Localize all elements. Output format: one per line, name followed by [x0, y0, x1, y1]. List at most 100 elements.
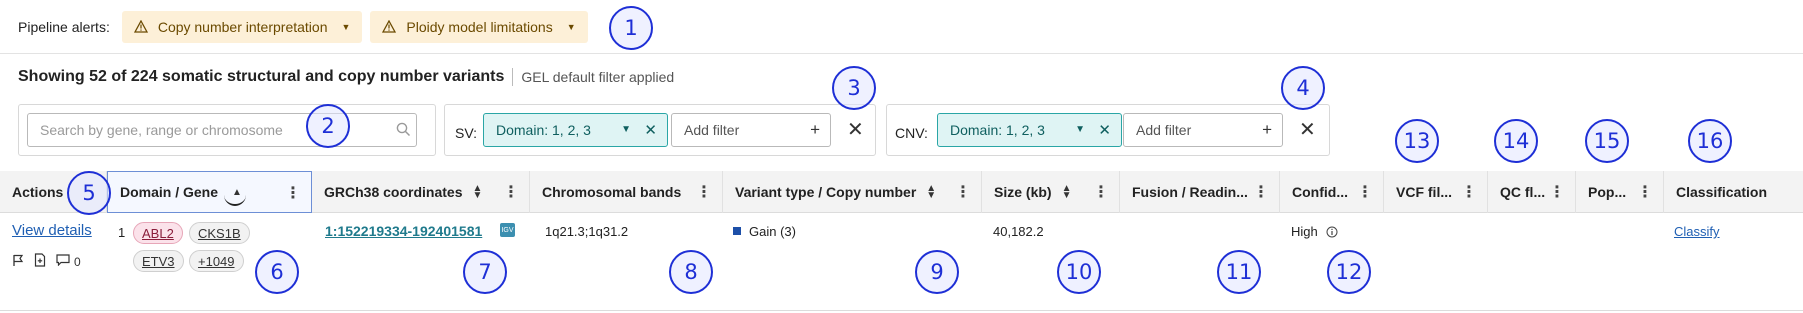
copy-number-alert-chip[interactable]: Copy number interpretation ▼	[121, 10, 363, 43]
comment-icon[interactable]	[56, 254, 70, 269]
column-menu-icon[interactable]: ⋮	[503, 182, 519, 202]
gene-chip-more[interactable]: +1049	[189, 250, 244, 272]
results-summary: Showing 52 of 224 somatic structural and…	[18, 68, 674, 86]
column-header-size[interactable]: Size (kb) ▲ ▼ ⋮	[982, 171, 1120, 213]
divider	[512, 68, 514, 86]
cnv-filter-label: CNV:	[895, 125, 928, 141]
ploidy-alert-label: Ploidy model limitations	[406, 18, 553, 35]
plus-icon: +	[1262, 120, 1272, 139]
sort-icon[interactable]: ▲ ▼	[1062, 184, 1072, 201]
annotation-marker-7: 7	[463, 250, 507, 294]
column-menu-icon[interactable]: ⋮	[696, 182, 712, 202]
annotation-marker-6: 6	[255, 250, 299, 294]
annotation-marker-15: 15	[1585, 119, 1629, 163]
add-note-icon[interactable]	[34, 253, 46, 270]
table-header: Actions Domain / Gene ▲ ⋮ GRCh38 coordin…	[0, 171, 1803, 213]
comment-count: 0	[74, 254, 81, 269]
column-menu-icon[interactable]: ⋮	[1253, 182, 1269, 202]
sv-domain-filter-label: Domain: 1, 2, 3	[496, 122, 591, 138]
column-header-classification: Classification	[1676, 184, 1768, 200]
warning-icon	[133, 20, 148, 33]
cnv-filter-panel: CNV: Domain: 1, 2, 3 ▼ ✕ Add filter + ✕	[886, 104, 1330, 156]
variant-type: Gain (3)	[733, 224, 796, 239]
warning-icon	[382, 20, 397, 33]
cnv-clear-filters-icon[interactable]: ✕	[1299, 117, 1316, 142]
sv-add-filter-button[interactable]: Add filter +	[671, 113, 831, 147]
annotation-marker-11: 11	[1217, 250, 1261, 294]
annotation-marker-9: 9	[915, 250, 959, 294]
gain-indicator-icon	[733, 227, 741, 235]
domain-number: 1	[118, 225, 126, 240]
search-panel	[18, 104, 436, 156]
sv-filter-label: SV:	[455, 125, 478, 141]
annotation-marker-2: 2	[306, 104, 350, 148]
column-header-qc-flag[interactable]: QC fl... ⋮	[1488, 171, 1576, 213]
column-menu-icon[interactable]: ⋮	[1093, 182, 1109, 202]
coordinates-link[interactable]: 1:152219334-192401581	[325, 223, 482, 239]
chromosomal-bands: 1q21.3;1q31.2	[545, 224, 629, 239]
cnv-add-filter-button[interactable]: Add filter +	[1123, 113, 1283, 147]
column-header-coordinates[interactable]: GRCh38 coordinates ▲ ▼ ⋮	[312, 171, 530, 213]
annotation-marker-12: 12	[1327, 250, 1371, 294]
cnv-domain-filter-chip[interactable]: Domain: 1, 2, 3 ▼ ✕	[937, 113, 1122, 147]
pipeline-alerts-label: Pipeline alerts:	[18, 18, 110, 35]
sort-icon[interactable]: ▲ ▼	[472, 184, 482, 201]
size-kb: 40,182.2	[993, 224, 1044, 239]
ploidy-alert-chip[interactable]: Ploidy model limitations ▼	[370, 10, 588, 43]
column-menu-icon[interactable]: ⋮	[1357, 182, 1373, 202]
column-header-population[interactable]: Pop... ⋮	[1576, 171, 1664, 213]
info-icon[interactable]	[1326, 226, 1338, 241]
column-header-fusion[interactable]: Fusion / Readin... ⋮	[1120, 171, 1280, 213]
column-header-vcf-filter[interactable]: VCF fil... ⋮	[1384, 171, 1488, 213]
annotation-marker-8: 8	[669, 250, 713, 294]
annotation-marker-16: 16	[1688, 119, 1732, 163]
column-header-variant-type[interactable]: Variant type / Copy number ▲ ▼ ⋮	[723, 171, 982, 213]
gene-chip-cks1b[interactable]: CKS1B	[189, 222, 250, 244]
confidence: High	[1291, 224, 1338, 241]
sv-add-filter-label: Add filter	[684, 122, 740, 138]
annotation-marker-10: 10	[1057, 250, 1101, 294]
annotation-marker-1: 1	[609, 6, 653, 50]
close-icon[interactable]: ✕	[644, 121, 657, 139]
chevron-down-icon[interactable]: ▼	[621, 124, 631, 135]
annotation-marker-3: 3	[832, 66, 876, 110]
column-header-domain-gene[interactable]: Domain / Gene ▲ ⋮	[107, 171, 312, 213]
igv-icon[interactable]: IGV	[500, 223, 515, 237]
column-menu-icon[interactable]: ⋮	[1549, 182, 1565, 202]
default-filter-note: GEL default filter applied	[521, 69, 675, 85]
sv-clear-filters-icon[interactable]: ✕	[847, 117, 864, 142]
results-count-title: Showing 52 of 224 somatic structural and…	[18, 68, 505, 85]
sort-icon[interactable]: ▲ ▼	[926, 184, 936, 201]
column-header-confidence[interactable]: Confid... ⋮	[1280, 171, 1384, 213]
chevron-down-icon: ▼	[566, 21, 576, 32]
annotation-marker-13: 13	[1395, 119, 1439, 163]
column-menu-icon[interactable]: ⋮	[955, 182, 971, 202]
sv-domain-filter-chip[interactable]: Domain: 1, 2, 3 ▼ ✕	[483, 113, 668, 147]
close-icon[interactable]: ✕	[1098, 121, 1111, 139]
annotation-marker-4: 4	[1281, 66, 1325, 110]
plus-icon: +	[810, 120, 820, 139]
loading-spinner-icon	[224, 194, 246, 206]
search-input[interactable]	[27, 113, 417, 147]
classify-link[interactable]: Classify	[1674, 224, 1720, 239]
cnv-domain-filter-label: Domain: 1, 2, 3	[950, 122, 1045, 138]
annotation-marker-14: 14	[1494, 119, 1538, 163]
flag-icon[interactable]	[12, 254, 24, 270]
pipeline-alerts-bar: Pipeline alerts: Copy number interpretat…	[0, 0, 1803, 54]
variant-type-label: Gain (3)	[749, 224, 796, 239]
column-menu-icon[interactable]: ⋮	[1461, 182, 1477, 202]
search-icon	[396, 122, 411, 140]
cnv-add-filter-label: Add filter	[1136, 122, 1192, 138]
copy-number-alert-label: Copy number interpretation	[157, 18, 328, 35]
chevron-down-icon[interactable]: ▼	[1075, 124, 1085, 135]
chevron-down-icon: ▼	[341, 21, 351, 32]
gene-chip-etv3[interactable]: ETV3	[133, 250, 184, 272]
row-action-icons: 0	[12, 253, 81, 270]
view-details-link[interactable]: View details	[12, 222, 92, 239]
column-menu-icon[interactable]: ⋮	[285, 183, 301, 203]
gene-chip-abl2[interactable]: ABL2	[133, 222, 183, 244]
confidence-label: High	[1291, 224, 1318, 239]
column-header-bands[interactable]: Chromosomal bands ⋮	[530, 171, 723, 213]
annotation-marker-5: 5	[67, 171, 111, 215]
column-menu-icon[interactable]: ⋮	[1637, 182, 1653, 202]
